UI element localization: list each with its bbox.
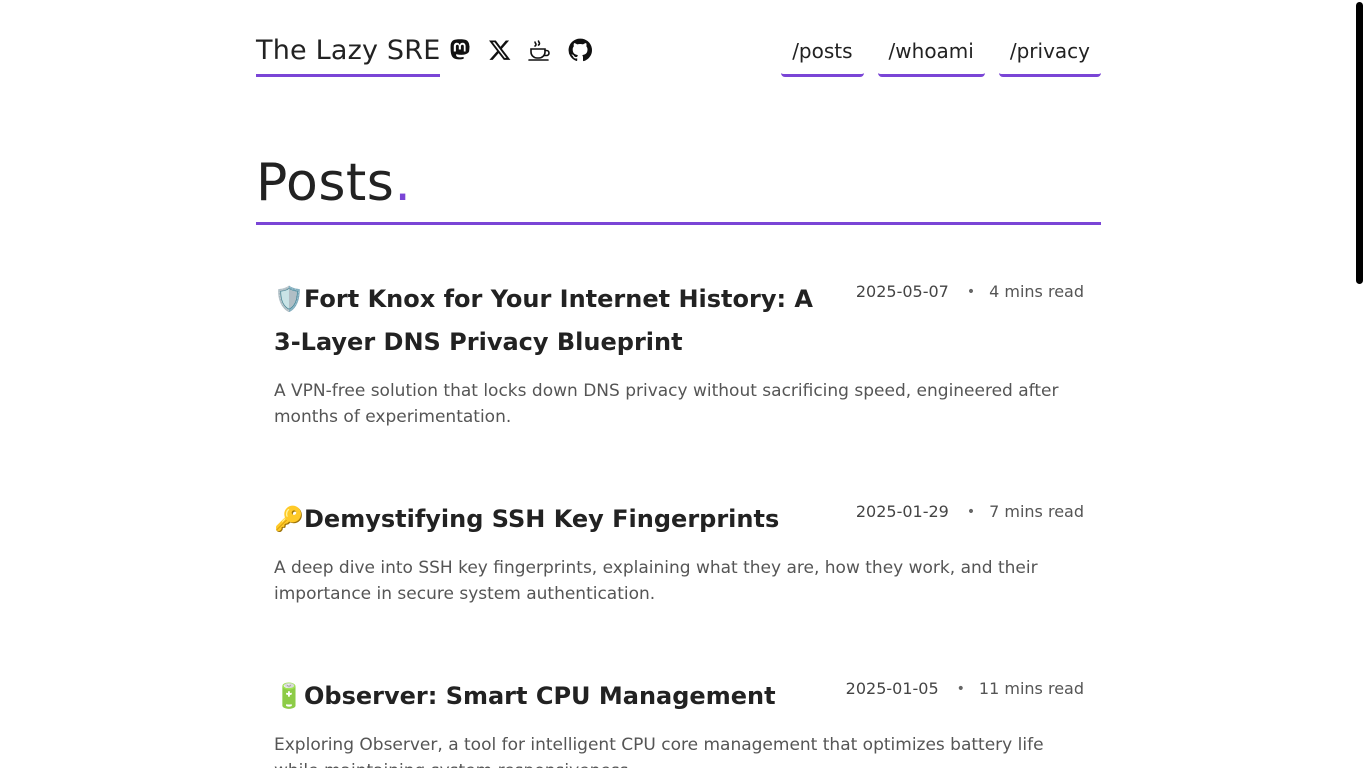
site-header: The Lazy SRE /posts /whoami /privacy	[256, 30, 1101, 78]
post-title-link[interactable]: 🔑Demystifying SSH Key Fingerprints	[274, 498, 834, 541]
post-item: 🔑Demystifying SSH Key Fingerprints 2025-…	[274, 498, 1084, 607]
post-title-link[interactable]: 🔋Observer: Smart CPU Management	[274, 675, 834, 718]
nav-whoami-link[interactable]: /whoami	[877, 30, 985, 77]
scrollbar-thumb[interactable]	[1356, 2, 1363, 284]
mastodon-icon[interactable]	[448, 38, 472, 62]
post-title-link[interactable]: 🛡️Fort Knox for Your Internet History: A…	[274, 278, 814, 364]
page-title-dot: .	[394, 153, 412, 213]
x-icon[interactable]	[488, 38, 512, 62]
key-icon: 🔑	[274, 505, 304, 533]
meta-separator: •	[966, 504, 976, 520]
nav-posts-link[interactable]: /posts	[781, 30, 864, 77]
post-description: A deep dive into SSH key fingerprints, e…	[274, 558, 1038, 604]
post-item: 🔋Observer: Smart CPU Management 2025-01-…	[274, 675, 1084, 768]
scrollbar[interactable]	[1351, 0, 1366, 768]
post-read-time: 7 mins read	[989, 502, 1084, 521]
post-title-text: Observer: Smart CPU Management	[304, 682, 776, 710]
post-read-time: 4 mins read	[989, 282, 1084, 301]
main-nav: /posts /whoami /privacy	[781, 30, 1101, 77]
post-date: 2025-05-07	[855, 282, 949, 301]
page-title-text: Posts	[256, 153, 395, 213]
page: The Lazy SRE /posts /whoami /privacy Pos…	[0, 0, 1366, 768]
post-read-time: 11 mins read	[978, 679, 1084, 698]
meta-separator: •	[956, 681, 965, 697]
page-title: Posts.	[256, 148, 1101, 218]
post-title-text: Fort Knox for Your Internet History: A 3…	[274, 285, 814, 356]
post-title-text: Demystifying SSH Key Fingerprints	[304, 505, 780, 533]
post-date: 2025-01-29	[855, 502, 949, 521]
post-meta: 2025-01-05 • 11 mins read	[846, 677, 1084, 701]
coffee-icon[interactable]	[528, 38, 552, 62]
site-brand-link[interactable]: The Lazy SRE	[256, 34, 441, 77]
post-description: A VPN-free solution that locks down DNS …	[274, 381, 1059, 427]
battery-icon: 🔋	[274, 682, 304, 710]
post-meta: 2025-05-07 • 4 mins read	[856, 280, 1084, 304]
shield-icon: 🛡️	[274, 285, 304, 313]
nav-privacy-link[interactable]: /privacy	[998, 30, 1101, 77]
post-item: 🛡️Fort Knox for Your Internet History: A…	[274, 278, 1084, 430]
github-icon[interactable]	[568, 38, 592, 62]
post-description: Exploring Observer, a tool for intellige…	[274, 735, 1044, 768]
post-meta: 2025-01-29 • 7 mins read	[856, 500, 1084, 524]
post-date: 2025-01-05	[845, 679, 939, 698]
social-links	[448, 38, 592, 62]
posts-heading-section: Posts.	[256, 148, 1101, 225]
meta-separator: •	[966, 284, 976, 300]
